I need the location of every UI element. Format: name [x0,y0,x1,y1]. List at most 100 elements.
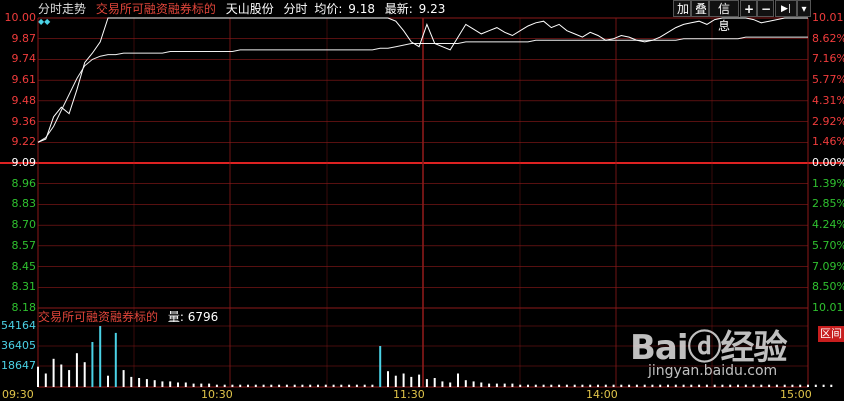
percent-tick-label: 5.70% [812,238,844,252]
volume-bar [721,384,724,387]
volume-bar [363,384,366,387]
volume-bar [534,384,537,387]
volume-bar [177,382,179,387]
volume-bar [247,384,249,387]
volume-bar [60,364,63,387]
price-tick-label: 8.83 [11,197,37,211]
volume-bar [410,376,413,387]
volume-bar [215,384,218,387]
volume-bar [783,384,786,387]
volume-bar [488,383,491,387]
volume-bar [643,384,646,387]
volume-value: 6796 [187,310,219,324]
percent-tick-label: 4.24% [812,218,844,232]
volume-bar [612,384,615,387]
volume-bar [495,383,498,387]
volume-bar [581,384,584,387]
price-tick-label: 9.87 [11,31,37,45]
volume-bar [760,384,763,387]
volume-bar [503,383,506,387]
volume-bar [744,384,747,387]
volume-bar [223,384,226,387]
volume-bar [449,382,452,387]
volume-bar [807,384,809,387]
volume-bar [301,384,304,387]
volume-bar [332,384,335,387]
volume-bar [573,384,576,387]
volume-bar [169,381,172,387]
price-tick-label: 9.22 [11,135,37,149]
percent-tick-label: 0.00% [812,156,844,169]
volume-bar [44,373,47,387]
volume-bar [597,384,599,387]
volume-tick-label: 18647 [1,359,36,372]
volume-bar [441,381,444,387]
price-tick-label: 9.09 [11,156,37,169]
volume-bar [394,375,397,387]
volume-bar [309,384,312,387]
volume-bar [348,384,351,387]
volume-bar [99,326,102,387]
percent-tick-label: 7.09% [812,259,844,273]
volume-bar [355,384,358,387]
volume-bar [184,382,187,387]
volume-bar [270,384,273,387]
percent-tick-label: 10.01% [812,301,844,314]
percent-tick-label: 8.62% [812,31,844,45]
volume-bar [114,332,117,387]
volume-bar [192,383,195,387]
volume-bar [262,384,265,387]
volume-bar [254,384,257,387]
volume-bar [91,342,94,387]
volume-bar [37,366,39,387]
time-tick-label: 09:30 [2,388,34,401]
volume-bar [418,374,421,387]
volume-bar [713,384,716,387]
price-tick-label: 8.96 [11,176,37,190]
volume-bar [682,384,685,387]
volume-bar [208,383,211,387]
time-tick-label: 14:00 [586,388,618,401]
volume-bar [161,381,164,387]
volume-bar [433,378,436,387]
percent-tick-label: 4.31% [812,93,844,107]
volume-bar [705,384,708,387]
volume-bar [200,383,203,387]
volume-bar [138,378,141,387]
volume-bar [651,384,654,387]
volume-bar [379,346,382,387]
volume-bar [659,384,662,387]
volume-bar [231,384,234,387]
volume-bar [472,381,475,387]
percent-tick-label: 7.16% [812,52,844,66]
volume-bar [628,384,631,387]
volume-bar [814,384,817,387]
percent-tick-label: 8.50% [812,280,844,294]
volume-bar [674,384,677,387]
price-tick-label: 8.57 [11,238,37,252]
percent-tick-label: 10.01% [812,11,844,24]
volume-bar [822,384,825,387]
volume-tick-label: 36405 [1,339,36,352]
price-tick-label: 9.36 [11,114,37,128]
volume-bar [799,384,802,387]
volume-bar [542,384,545,387]
volume-bar [698,384,701,387]
volume-bar [620,384,623,387]
volume-bar [387,371,389,387]
volume-bar [729,384,732,387]
range-button[interactable]: 区间 [818,326,844,342]
volume-bar [830,384,833,387]
volume-bar [75,353,78,387]
volume-bar [457,373,459,387]
volume-bar [340,384,343,387]
volume-bar [285,384,288,387]
volume-bar [83,362,86,387]
volume-bar [317,384,319,387]
percent-tick-label: 5.77% [812,73,844,87]
volume-label: 量: [167,310,184,324]
volume-bar [107,375,109,387]
price-tick-label: 10.00 [4,11,37,24]
volume-bar [130,376,133,387]
volume-bar [480,382,483,387]
